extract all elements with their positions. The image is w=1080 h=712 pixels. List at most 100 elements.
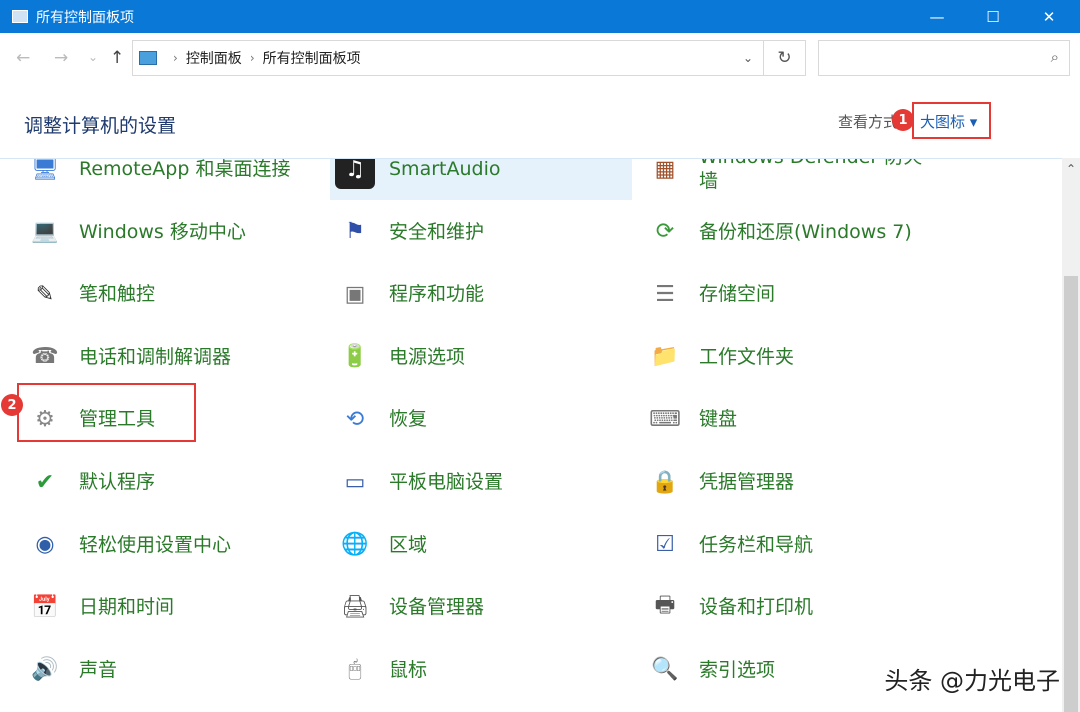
keyboard-icon: ⌨ bbox=[645, 399, 685, 439]
control-panel-item[interactable]: 🖱 鼠标 bbox=[330, 639, 630, 701]
title-bar: 所有控制面板项 — ☐ ✕ bbox=[0, 0, 1080, 33]
address-bar[interactable]: › 控制面板 › 所有控制面板项 ⌄ bbox=[132, 40, 764, 76]
phone-modem-icon: ☎ bbox=[25, 337, 65, 377]
scrollbar-thumb[interactable] bbox=[1064, 276, 1078, 712]
maximize-button[interactable]: ☐ bbox=[966, 0, 1020, 33]
item-label: 键盘 bbox=[699, 407, 939, 431]
forward-button[interactable]: → bbox=[54, 48, 68, 68]
chevron-right-icon: › bbox=[173, 51, 178, 65]
item-label: 笔和触控 bbox=[79, 282, 319, 306]
search-input[interactable]: ⌕ bbox=[818, 40, 1070, 76]
recovery-icon: ⟲ bbox=[335, 399, 375, 439]
chevron-right-icon: › bbox=[250, 51, 255, 65]
device-manager-icon: 🖨 bbox=[335, 587, 375, 627]
smartaudio-icon: ♫ bbox=[335, 158, 375, 189]
item-label: 鼠标 bbox=[389, 658, 629, 682]
control-panel-item[interactable]: 🔊 声音 bbox=[20, 639, 320, 701]
control-panel-item[interactable]: ⟲ 恢复 bbox=[330, 388, 630, 450]
control-panel-item[interactable]: ⚑ 安全和维护 bbox=[330, 201, 630, 263]
item-label: 区域 bbox=[389, 533, 629, 557]
mobility-center-icon: 💻 bbox=[25, 212, 65, 252]
annotation-badge-2: 2 bbox=[1, 394, 23, 416]
control-panel-item[interactable]: 💻Windows 移动中心 bbox=[20, 201, 320, 263]
control-panel-item[interactable]: ◉ 轻松使用设置中心 bbox=[20, 514, 320, 576]
control-panel-item[interactable]: 🌐 区域 bbox=[330, 514, 630, 576]
region-globe-icon: 🌐 bbox=[335, 525, 375, 565]
annotation-badge-1: 1 bbox=[892, 109, 914, 131]
work-folders-icon: 📁 bbox=[645, 337, 685, 377]
tablet-icon: ▭ bbox=[335, 462, 375, 502]
control-panel-item[interactable]: ✎ 笔和触控 bbox=[20, 263, 320, 325]
ease-of-access-icon: ◉ bbox=[25, 525, 65, 565]
item-label: 平板电脑设置 bbox=[389, 470, 629, 494]
default-programs-icon: ✔ bbox=[25, 462, 65, 502]
watermark: 头条 @力光电子 bbox=[884, 661, 1060, 696]
control-panel-item[interactable]: ▦ Windows Defender 防火墙 bbox=[640, 158, 940, 200]
control-panel-item[interactable]: 📅 日期和时间 bbox=[20, 576, 320, 638]
credential-manager-icon: 🔒 bbox=[645, 462, 685, 502]
item-label: Windows Defender 防火墙 bbox=[699, 158, 929, 193]
control-panel-icon bbox=[12, 10, 28, 23]
taskbar-icon: ☑ bbox=[645, 525, 685, 565]
control-panel-item[interactable]: ☰存储空间 bbox=[640, 263, 940, 325]
programs-icon: ▣ bbox=[335, 274, 375, 314]
item-label: SmartAudio bbox=[389, 158, 629, 181]
indexing-icon: 🔍 bbox=[645, 650, 685, 690]
item-label: 电话和调制解调器 bbox=[79, 345, 319, 369]
mouse-icon: 🖱 bbox=[335, 650, 375, 690]
sound-icon: 🔊 bbox=[25, 650, 65, 690]
item-label: RemoteApp 和桌面连接 bbox=[79, 158, 319, 181]
control-panel-item[interactable]: ☎ 电话和调制解调器 bbox=[20, 326, 320, 388]
control-panel-item[interactable]: ☑ 任务栏和导航 bbox=[640, 514, 940, 576]
item-label: 设备管理器 bbox=[389, 595, 629, 619]
pen-icon: ✎ bbox=[25, 274, 65, 314]
breadcrumb-control-panel[interactable]: 控制面板 bbox=[186, 48, 242, 68]
control-panel-item[interactable]: ▭ 平板电脑设置 bbox=[330, 451, 630, 513]
control-panel-item[interactable]: ▣ 程序和功能 bbox=[330, 263, 630, 325]
control-panel-item[interactable]: 🖨 设备管理器 bbox=[330, 576, 630, 638]
item-label: 恢复 bbox=[389, 407, 629, 431]
item-label: 轻松使用设置中心 bbox=[79, 533, 319, 557]
item-label: 程序和功能 bbox=[389, 282, 629, 306]
refresh-button[interactable]: ↻ bbox=[764, 40, 806, 76]
control-panel-item[interactable]: ♫ SmartAudio bbox=[330, 158, 632, 200]
control-panel-item[interactable]: ✔ 默认程序 bbox=[20, 451, 320, 513]
recent-locations-button[interactable]: ⌄ bbox=[88, 50, 98, 64]
backup-icon: ⟳ bbox=[645, 212, 685, 252]
item-label: 安全和维护 bbox=[389, 220, 629, 244]
breadcrumb-all-items[interactable]: 所有控制面板项 bbox=[263, 48, 361, 68]
item-label: 凭据管理器 bbox=[699, 470, 939, 494]
chevron-down-icon[interactable]: ⌄ bbox=[743, 51, 753, 65]
item-label: 电源选项 bbox=[389, 345, 629, 369]
control-panel-item[interactable]: 🔋 电源选项 bbox=[330, 326, 630, 388]
item-label: 声音 bbox=[79, 658, 319, 682]
up-button[interactable]: ↑ bbox=[110, 48, 124, 68]
window-title: 所有控制面板项 bbox=[36, 7, 134, 27]
close-button[interactable]: ✕ bbox=[1022, 0, 1076, 33]
devices-printers-icon: 🖶 bbox=[645, 587, 685, 627]
date-time-icon: 📅 bbox=[25, 587, 65, 627]
control-panel-item[interactable]: ⟳ 备份和还原(Windows 7) bbox=[640, 201, 940, 263]
control-panel-item[interactable]: 🖶 设备和打印机 bbox=[640, 576, 940, 638]
navigation-bar: ← → ⌄ ↑ › 控制面板 › 所有控制面板项 ⌄ ↻ ⌕ bbox=[0, 38, 1080, 78]
item-label: 任务栏和导航 bbox=[699, 533, 939, 557]
item-label: 设备和打印机 bbox=[699, 595, 939, 619]
vertical-scrollbar[interactable]: ⌃ bbox=[1062, 158, 1080, 712]
item-label: 备份和还原(Windows 7) bbox=[699, 220, 939, 244]
control-panel-item[interactable]: 🖥RemoteApp 和桌面连接 bbox=[20, 158, 320, 200]
control-panel-item[interactable]: 🔒 凭据管理器 bbox=[640, 451, 940, 513]
control-panel-item[interactable]: 📁工作文件夹 bbox=[640, 326, 940, 388]
item-label: 日期和时间 bbox=[79, 595, 319, 619]
scroll-up-icon[interactable]: ⌃ bbox=[1066, 162, 1076, 176]
highlight-box-view-by bbox=[912, 102, 991, 139]
security-flag-icon: ⚑ bbox=[335, 212, 375, 252]
item-label: 默认程序 bbox=[79, 470, 319, 494]
search-icon: ⌕ bbox=[1051, 48, 1059, 66]
power-icon: 🔋 bbox=[335, 337, 375, 377]
minimize-button[interactable]: — bbox=[910, 0, 964, 33]
control-panel-item[interactable]: ⌨ 键盘 bbox=[640, 388, 940, 450]
firewall-icon: ▦ bbox=[645, 158, 685, 189]
back-button[interactable]: ← bbox=[16, 48, 30, 68]
item-label: 存储空间 bbox=[699, 282, 939, 306]
page-title: 调整计算机的设置 bbox=[24, 111, 176, 138]
